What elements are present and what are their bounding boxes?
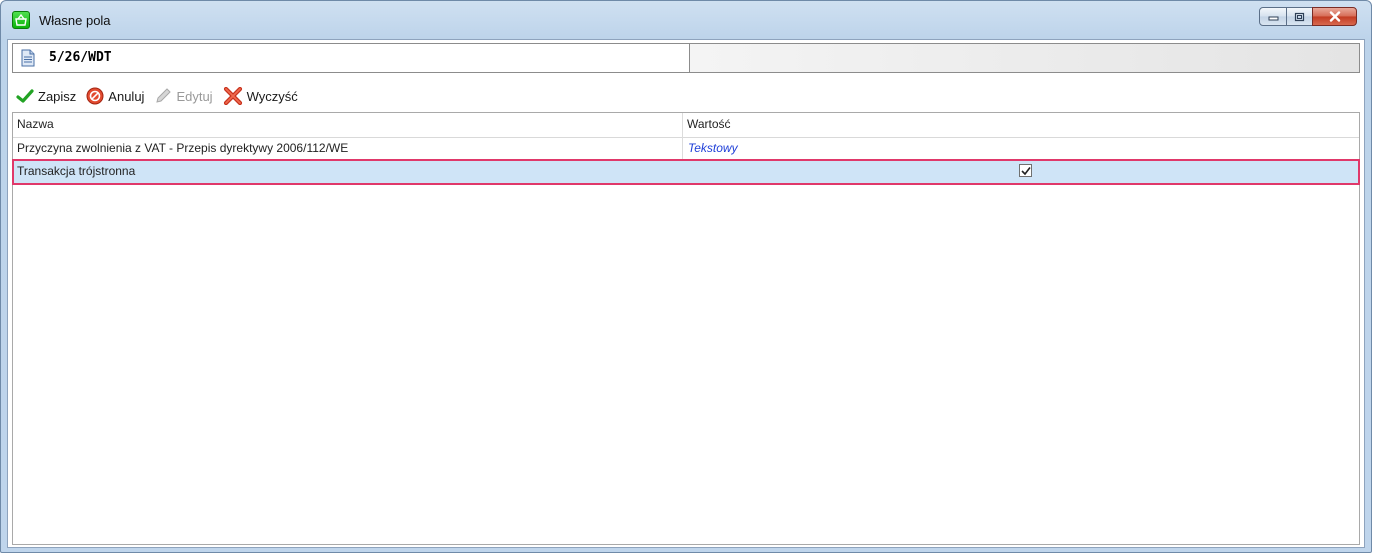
row-name-cell: Przyczyna zwolnienia z VAT - Przepis dyr… [17,141,349,155]
minimize-button[interactable] [1259,7,1287,26]
minimize-icon [1268,16,1278,20]
document-number: 5/26/WDT [49,50,112,65]
row-name-cell: Transakcja trójstronna [17,164,136,178]
row-value-cell[interactable]: Tekstowy [688,141,738,155]
table-row[interactable]: Przyczyna zwolnienia z VAT - Przepis dyr… [13,137,1359,161]
custom-fields-window: Własne pola 5/26/WDT Zapisz Anuluj Edytu… [0,0,1372,553]
basket-app-icon [12,11,30,29]
title-bar[interactable]: Własne pola [1,1,1371,39]
maximize-button[interactable] [1286,7,1313,26]
toolbar: Zapisz Anuluj Edytuj Wyczyść [16,84,308,108]
window-controls [1259,7,1357,27]
checkmark-icon [16,89,34,103]
grid-header: Nazwa Wartość [13,113,1359,138]
cancel-icon [86,87,104,105]
clear-button[interactable]: Wyczyść [223,87,298,105]
table-row-selected[interactable]: Transakcja trójstronna [12,159,1360,185]
window-content: 5/26/WDT Zapisz Anuluj Edytuj Wyczyść Na… [7,39,1365,548]
cancel-button-label: Anuluj [108,88,145,104]
close-icon [1329,11,1340,22]
document-header-extra [690,44,1359,72]
document-icon [21,49,35,67]
save-button[interactable]: Zapisz [16,88,76,104]
pencil-icon [156,88,172,103]
custom-fields-grid: Nazwa Wartość Przyczyna zwolnienia z VAT… [12,112,1360,545]
checkmark-icon [1021,167,1031,176]
maximize-icon [1294,12,1305,21]
row-value-checkbox[interactable] [1019,164,1032,177]
column-header-name[interactable]: Nazwa [17,117,54,131]
document-header: 5/26/WDT [12,43,1360,73]
clear-button-label: Wyczyść [246,88,298,104]
window-title: Własne pola [39,13,111,28]
close-button[interactable] [1312,7,1357,26]
edit-button[interactable]: Edytuj [154,87,213,105]
column-header-value[interactable]: Wartość [687,117,731,131]
cancel-button[interactable]: Anuluj [86,87,144,105]
save-button-label: Zapisz [38,88,77,104]
red-x-icon [223,87,242,105]
edit-button-label: Edytuj [176,88,213,104]
